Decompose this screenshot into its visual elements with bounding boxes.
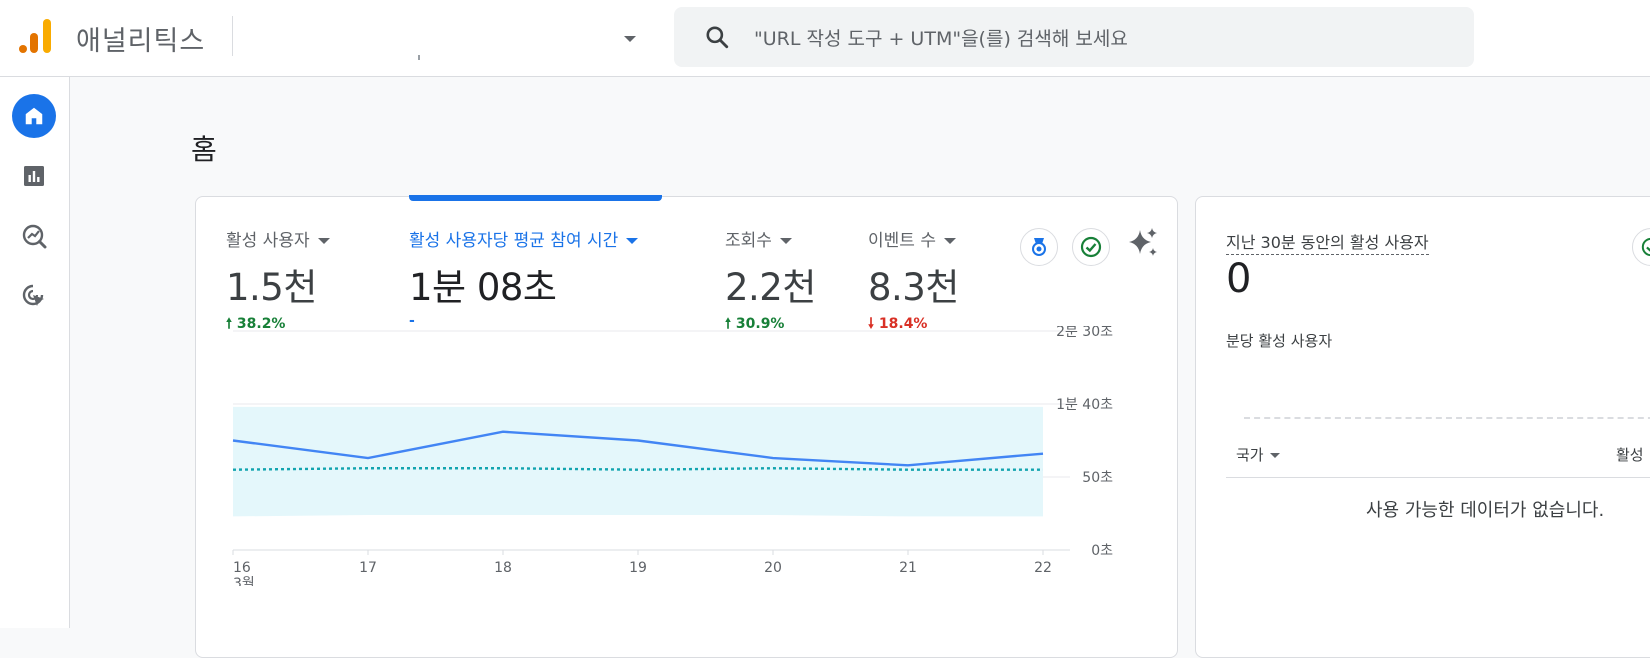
dropdown-caret-icon xyxy=(944,238,956,244)
insights-badge-button[interactable] xyxy=(1020,228,1058,266)
x-tick-label: 17 xyxy=(359,560,377,576)
side-nav xyxy=(0,77,70,628)
divider xyxy=(232,16,233,56)
y-tick-label: 1분 40초 xyxy=(1056,397,1113,413)
metric-label-text: 조회수 xyxy=(725,231,772,251)
x-tick-label: 19 xyxy=(629,560,647,576)
metric-label[interactable]: 이벤트 수 xyxy=(868,226,959,251)
dropdown-caret-icon xyxy=(780,238,792,244)
y-tick-label: 0초 xyxy=(1091,543,1113,559)
x-tick-label: 16 xyxy=(233,560,251,576)
top-bar: 애널리틱스 "URL 작성 도구 + UTM"을(를) 검색해 보세요 xyxy=(0,0,1650,77)
country-column-header[interactable]: 국가 xyxy=(1236,444,1280,465)
sidebar-item-home[interactable] xyxy=(12,94,56,138)
metric-label-text: 활성 사용자 xyxy=(226,231,310,251)
metric-value: 1분 08초 xyxy=(409,257,638,311)
selected-tab-indicator xyxy=(409,195,662,201)
empty-state-message: 사용 가능한 데이터가 없습니다. xyxy=(1366,496,1604,522)
metric-label-text: 이벤트 수 xyxy=(868,231,936,251)
account-picker-text-fragment xyxy=(418,55,420,60)
metric-value: 1.5천 xyxy=(226,257,330,311)
metric-views[interactable]: 조회수 2.2천 🠕 30.9% xyxy=(725,226,816,337)
home-icon xyxy=(23,105,45,127)
metric-value: 8.3천 xyxy=(868,257,959,311)
metric-value: 2.2천 xyxy=(725,257,816,311)
metric-label-text: 활성 사용자당 평균 참여 시간 xyxy=(409,231,618,251)
x-tick-label: 18 xyxy=(494,560,512,576)
metric-avg-engagement-time[interactable]: 활성 사용자당 평균 참여 시간 1분 08초 - xyxy=(409,226,638,329)
check-circle-icon xyxy=(1641,237,1650,257)
data-quality-check-button[interactable] xyxy=(1072,228,1110,266)
sidebar-item-reports[interactable] xyxy=(12,154,56,198)
y-tick-label: 2분 30초 xyxy=(1056,326,1113,340)
realtime-title[interactable]: 지난 30분 동안의 활성 사용자 xyxy=(1226,229,1429,255)
analytics-logo-icon[interactable] xyxy=(18,18,52,54)
sidebar-item-advertising[interactable] xyxy=(12,274,56,318)
ads-cursor-icon xyxy=(21,283,47,309)
y-tick-label: 50초 xyxy=(1082,470,1113,486)
sidebar-item-explore[interactable] xyxy=(12,214,56,258)
sparkle-insights-icon[interactable] xyxy=(1126,226,1160,260)
page-title: 홈 xyxy=(191,128,217,168)
search-input[interactable]: "URL 작성 도구 + UTM"을(를) 검색해 보세요 xyxy=(754,24,1128,51)
x-tick-label: 21 xyxy=(899,560,917,576)
realtime-subtitle: 분당 활성 사용자 xyxy=(1226,330,1332,351)
x-tick-label: 20 xyxy=(764,560,782,576)
metric-label[interactable]: 조회수 xyxy=(725,226,816,251)
active-column-header: 활성 xyxy=(1616,444,1644,465)
metric-event-count[interactable]: 이벤트 수 8.3천 🠗 18.4% xyxy=(868,226,959,337)
dropdown-caret-icon xyxy=(318,238,330,244)
account-picker-chevron-down-icon[interactable] xyxy=(624,36,636,42)
explore-icon xyxy=(21,223,47,249)
realtime-card xyxy=(1195,196,1650,658)
realtime-value: 0 xyxy=(1226,256,1251,302)
metric-active-users[interactable]: 활성 사용자 1.5천 🠕 38.2% xyxy=(226,226,330,337)
check-circle-icon xyxy=(1080,236,1102,258)
confidence-band xyxy=(233,407,1043,517)
metric-label[interactable]: 활성 사용자당 평균 참여 시간 xyxy=(409,226,638,251)
x-month-label: 3월 xyxy=(233,576,255,586)
country-column-label: 국가 xyxy=(1236,446,1264,464)
app-title: 애널리틱스 xyxy=(76,19,205,58)
award-ribbon-icon xyxy=(1028,236,1050,258)
x-tick-label: 22 xyxy=(1034,560,1052,576)
search-icon xyxy=(704,24,730,50)
metric-label[interactable]: 활성 사용자 xyxy=(226,226,330,251)
dropdown-caret-icon xyxy=(1270,453,1280,458)
realtime-empty-sparkline xyxy=(1244,417,1650,419)
dropdown-caret-icon xyxy=(626,238,638,244)
bar-chart-icon xyxy=(22,164,46,188)
table-divider xyxy=(1226,477,1650,478)
engagement-time-chart: 2분 30초 1분 40초 50초 0초 16 17 18 19 20 21 22 3월 xyxy=(230,326,1120,586)
search-bar[interactable]: "URL 작성 도구 + UTM"을(를) 검색해 보세요 xyxy=(674,7,1474,67)
